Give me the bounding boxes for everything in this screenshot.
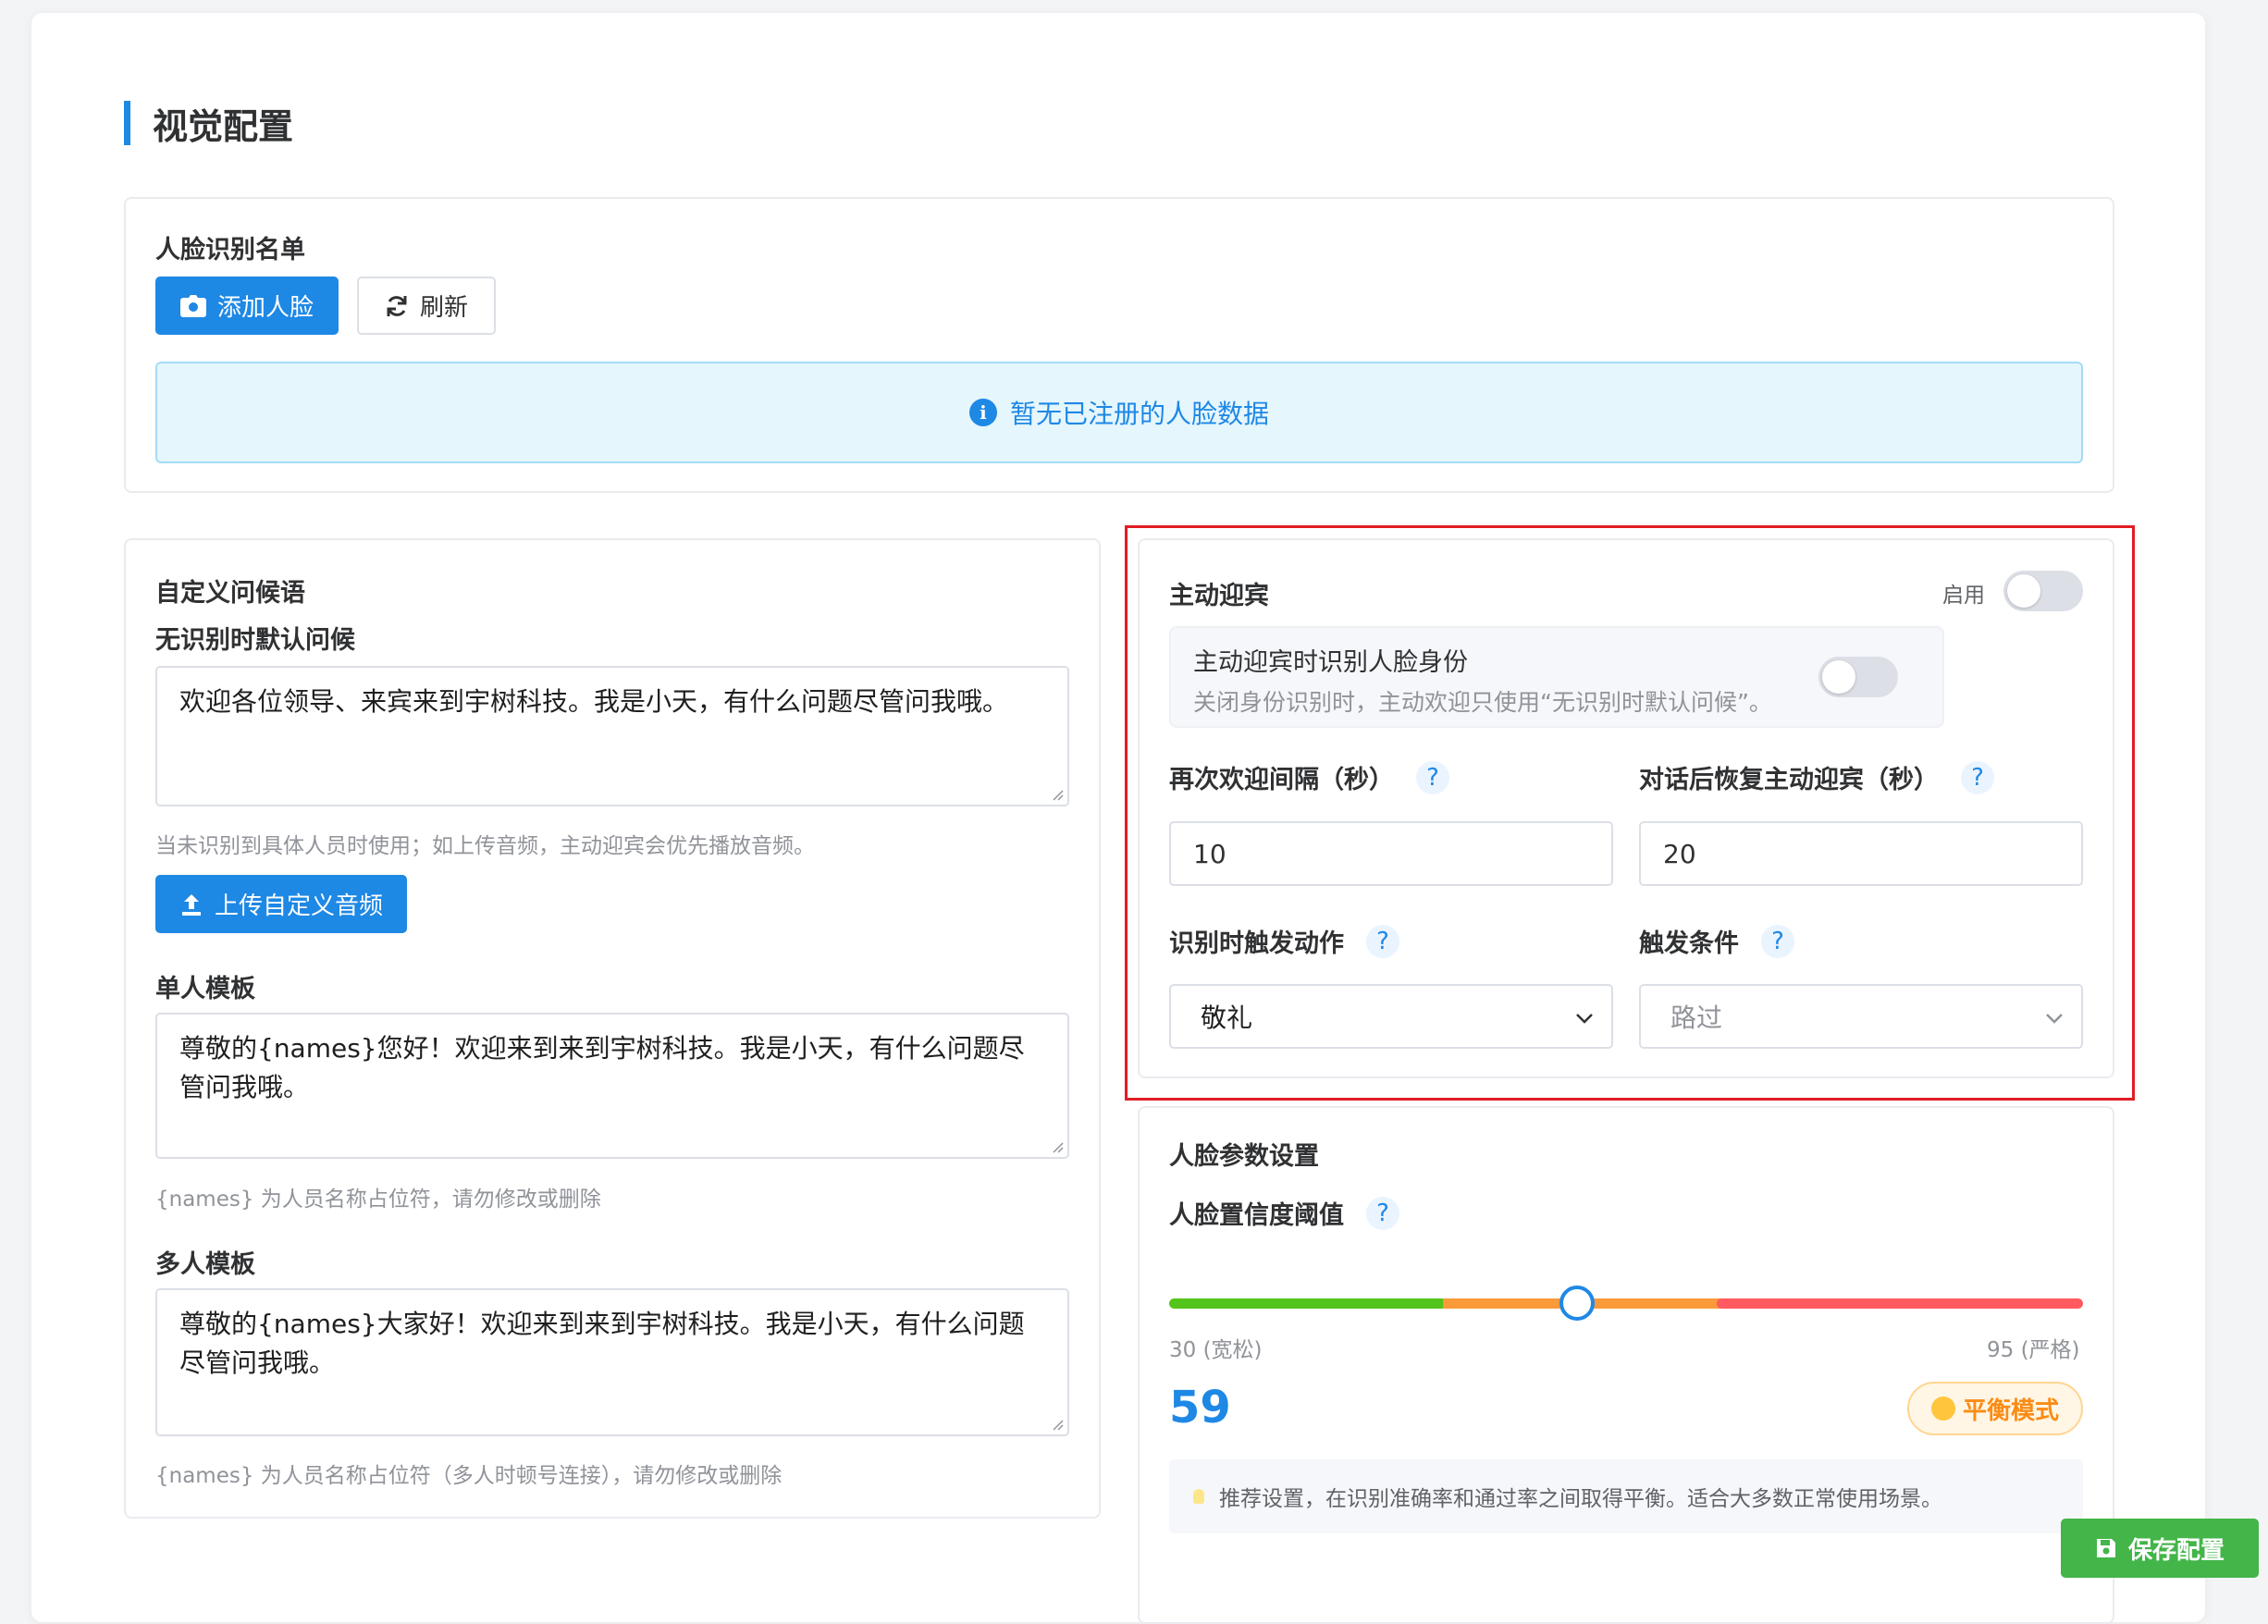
default-greeting-text: 欢迎各位领导、来宾来到宇树科技。我是小天，有什么问题尽管问我哦。 <box>179 686 1009 717</box>
title-accent-bar <box>124 101 130 145</box>
multi-template-hint: {names} 为人员名称占位符（多人时顿号连接），请勿修改或删除 <box>155 1464 783 1488</box>
page-title-wrap: 视觉配置 <box>124 100 294 147</box>
sun-icon <box>1930 1396 1955 1421</box>
empty-face-alert: i 暂无已注册的人脸数据 <box>155 362 2083 463</box>
face-list-heading: 人脸识别名单 <box>155 236 305 265</box>
upload-audio-button[interactable]: 上传自定义音频 <box>155 875 407 933</box>
single-template-label: 单人模板 <box>155 975 255 1003</box>
resize-grip-icon[interactable] <box>1051 1140 1064 1153</box>
empty-face-message: 暂无已注册的人脸数据 <box>1009 399 1269 429</box>
add-face-label: 添加人脸 <box>216 294 314 322</box>
multi-template-textarea[interactable]: 尊敬的{names}大家好！欢迎来到来到宇树科技。我是小天，有什么问题尽管问我哦… <box>155 1288 1069 1436</box>
slider-max-label: 95 (严格) <box>1987 1338 2080 1362</box>
upload-audio-label: 上传自定义音频 <box>214 892 383 920</box>
save-icon <box>2096 1539 2115 1557</box>
add-face-button[interactable]: 添加人脸 <box>155 277 339 335</box>
multi-template-text: 尊敬的{names}大家好！欢迎来到来到宇树科技。我是小天，有什么问题尽管问我哦… <box>179 1309 1025 1378</box>
highlight-box <box>1125 525 2135 1101</box>
threshold-slider-thumb[interactable] <box>1559 1286 1595 1321</box>
upload-icon <box>181 893 201 916</box>
page-title: 视觉配置 <box>153 105 294 147</box>
default-greeting-textarea[interactable]: 欢迎各位领导、来宾来到宇树科技。我是小天，有什么问题尽管问我哦。 <box>155 666 1069 806</box>
mode-badge-label: 平衡模式 <box>1962 1396 2059 1425</box>
resize-grip-icon[interactable] <box>1051 1418 1064 1431</box>
default-greeting-hint: 当未识别到具体人员时使用；如上传音频，主动迎宾会优先播放音频。 <box>155 834 815 858</box>
save-config-button[interactable]: 保存配置 <box>2061 1519 2259 1578</box>
face-params-panel <box>1138 1106 2114 1624</box>
single-template-textarea[interactable]: 尊敬的{names}您好！欢迎来到来到宇树科技。我是小天，有什么问题尽管问我哦。 <box>155 1013 1069 1159</box>
tip-box: 推荐设置，在识别准确率和通过率之间取得平衡。适合大多数正常使用场景。 <box>1169 1459 2083 1533</box>
resize-grip-icon[interactable] <box>1051 788 1064 801</box>
help-icon[interactable]: ? <box>1366 1196 1399 1230</box>
refresh-button[interactable]: 刷新 <box>357 277 496 335</box>
threshold-value: 59 <box>1169 1382 1231 1433</box>
face-params-heading: 人脸参数设置 <box>1169 1142 1319 1171</box>
refresh-label: 刷新 <box>419 294 468 322</box>
lightbulb-icon <box>1193 1489 1204 1504</box>
mode-badge: 平衡模式 <box>1907 1382 2083 1435</box>
tip-text: 推荐设置，在识别准确率和通过率之间取得平衡。适合大多数正常使用场景。 <box>1219 1487 1942 1511</box>
camera-icon <box>179 294 206 317</box>
slider-track-low[interactable] <box>1169 1298 1447 1309</box>
info-icon: i <box>968 399 997 426</box>
slider-min-label: 30 (宽松) <box>1169 1338 1263 1362</box>
save-config-label: 保存配置 <box>2127 1536 2225 1565</box>
threshold-label-text: 人脸置信度阈值 <box>1169 1201 1344 1230</box>
single-template-hint: {names} 为人员名称占位符，请勿修改或删除 <box>155 1187 601 1212</box>
threshold-label: 人脸置信度阈值 ? <box>1169 1195 1399 1231</box>
default-greeting-label: 无识别时默认问候 <box>155 626 355 655</box>
refresh-icon <box>387 295 407 316</box>
slider-track-high[interactable] <box>1717 1298 2083 1309</box>
multi-template-label: 多人模板 <box>155 1250 255 1279</box>
greeting-heading: 自定义问候语 <box>155 579 305 608</box>
single-template-text: 尊敬的{names}您好！欢迎来到来到宇树科技。我是小天，有什么问题尽管问我哦。 <box>179 1033 1025 1102</box>
